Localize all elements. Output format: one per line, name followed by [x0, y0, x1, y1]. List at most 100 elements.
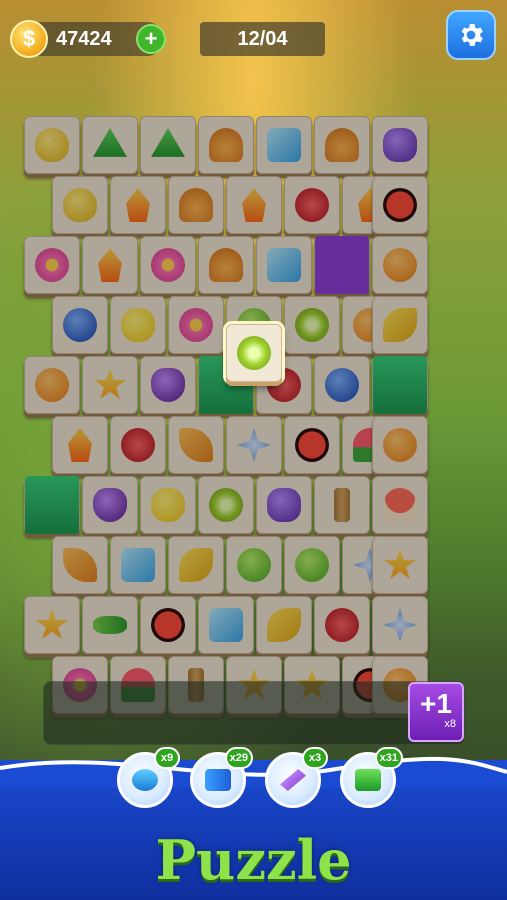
tile-grass[interactable]: [24, 476, 80, 534]
tile-tree[interactable]: [140, 116, 196, 174]
hint-button[interactable]: x31: [340, 747, 403, 808]
blueberry-icon: [63, 308, 97, 342]
grape-icon: [151, 368, 185, 402]
fire-icon: [98, 248, 122, 282]
tile-fire[interactable]: [52, 416, 108, 474]
ice-icon: [209, 608, 243, 642]
flower-icon: [151, 248, 185, 282]
tile-orange[interactable]: [24, 356, 80, 414]
banana-icon: [179, 548, 213, 582]
tile-grass[interactable]: [372, 356, 428, 414]
tile-apple[interactable]: [284, 536, 340, 594]
tile-orange[interactable]: [372, 236, 428, 294]
magic-wand-button[interactable]: x3: [265, 747, 328, 808]
undo-count: x9: [154, 747, 180, 769]
tile-ice[interactable]: [110, 536, 166, 594]
tile-snow[interactable]: [226, 416, 282, 474]
tile-ice[interactable]: [256, 116, 312, 174]
tile-kiwi[interactable]: [284, 296, 340, 354]
flower-icon: [179, 308, 213, 342]
puzzle-title: Puzzle: [155, 828, 352, 892]
tile-kiwi-selected[interactable]: [226, 324, 282, 382]
tile-fire[interactable]: [110, 176, 166, 234]
tile-grape[interactable]: [140, 356, 196, 414]
kiwi-icon: [209, 488, 243, 522]
tile-star[interactable]: [82, 356, 138, 414]
cherry-icon: [325, 608, 359, 642]
shuffle-button[interactable]: x29: [190, 747, 253, 808]
tile-blueberry[interactable]: [314, 356, 370, 414]
extra-slot-button[interactable]: +1 x8: [408, 682, 464, 742]
undo-button[interactable]: x9: [117, 747, 180, 808]
tile-tree[interactable]: [82, 116, 138, 174]
tile-leaf[interactable]: [168, 416, 224, 474]
tile-cherry[interactable]: [110, 416, 166, 474]
tile-ice[interactable]: [256, 236, 312, 294]
tile-apple[interactable]: [226, 536, 282, 594]
orange-icon: [35, 368, 69, 402]
pear-icon: [35, 128, 69, 162]
banana-icon: [267, 608, 301, 642]
tile-blueberry[interactable]: [52, 296, 108, 354]
tile-banana[interactable]: [372, 296, 428, 354]
purple-drop-icon: [315, 236, 369, 294]
tile-lemon[interactable]: [140, 476, 196, 534]
tile-flower[interactable]: [24, 236, 80, 294]
lemon-icon: [121, 308, 155, 342]
pea-icon: [93, 616, 127, 634]
ladybug-icon: [383, 188, 417, 222]
tile-ladybug[interactable]: [372, 176, 428, 234]
tile-star[interactable]: [372, 536, 428, 594]
ladybug-icon: [151, 608, 185, 642]
plum-icon: [267, 488, 301, 522]
tile-croissant[interactable]: [314, 116, 370, 174]
tile-pear[interactable]: [24, 116, 80, 174]
tile-pear[interactable]: [52, 176, 108, 234]
tile-fire[interactable]: [226, 176, 282, 234]
croissant-icon: [209, 128, 243, 162]
tile-lemon[interactable]: [110, 296, 166, 354]
tile-cherry[interactable]: [314, 596, 370, 654]
tile-snow[interactable]: [372, 596, 428, 654]
tile-croissant[interactable]: [168, 176, 224, 234]
orange-icon: [383, 428, 417, 462]
apple-icon: [237, 548, 271, 582]
tile-bamboo[interactable]: [314, 476, 370, 534]
tile-board: [0, 0, 507, 714]
grass-icon: [25, 476, 79, 534]
tile-flower[interactable]: [140, 236, 196, 294]
tile-croissant[interactable]: [198, 116, 254, 174]
blueberry-icon: [325, 368, 359, 402]
croissant-icon: [209, 248, 243, 282]
tile-ice[interactable]: [198, 596, 254, 654]
tile-banana[interactable]: [256, 596, 312, 654]
tile-croissant[interactable]: [198, 236, 254, 294]
kiwi-icon: [237, 336, 271, 370]
tile-ladybug[interactable]: [284, 416, 340, 474]
tile-flower[interactable]: [168, 296, 224, 354]
tile-cherry[interactable]: [284, 176, 340, 234]
tile-purple-drop[interactable]: [314, 236, 370, 294]
tile-fire[interactable]: [82, 236, 138, 294]
tile-mushroom[interactable]: [372, 476, 428, 534]
tile-ladybug[interactable]: [140, 596, 196, 654]
tile-leaf[interactable]: [52, 536, 108, 594]
lemon-icon: [151, 488, 185, 522]
tile-plum[interactable]: [372, 116, 428, 174]
snow-icon: [383, 608, 417, 642]
grape-icon: [93, 488, 127, 522]
tile-plum[interactable]: [256, 476, 312, 534]
plum-icon: [383, 128, 417, 162]
tile-kiwi[interactable]: [198, 476, 254, 534]
shuffle-icon: [205, 769, 231, 791]
tile-orange[interactable]: [372, 416, 428, 474]
tile-star[interactable]: [24, 596, 80, 654]
tile-tray: [43, 681, 465, 745]
grass-icon: [373, 356, 427, 414]
tile-pea[interactable]: [82, 596, 138, 654]
leaf-icon: [63, 548, 97, 582]
tile-grape[interactable]: [82, 476, 138, 534]
fire-icon: [68, 428, 92, 462]
wave-divider: [0, 756, 507, 788]
tile-banana[interactable]: [168, 536, 224, 594]
